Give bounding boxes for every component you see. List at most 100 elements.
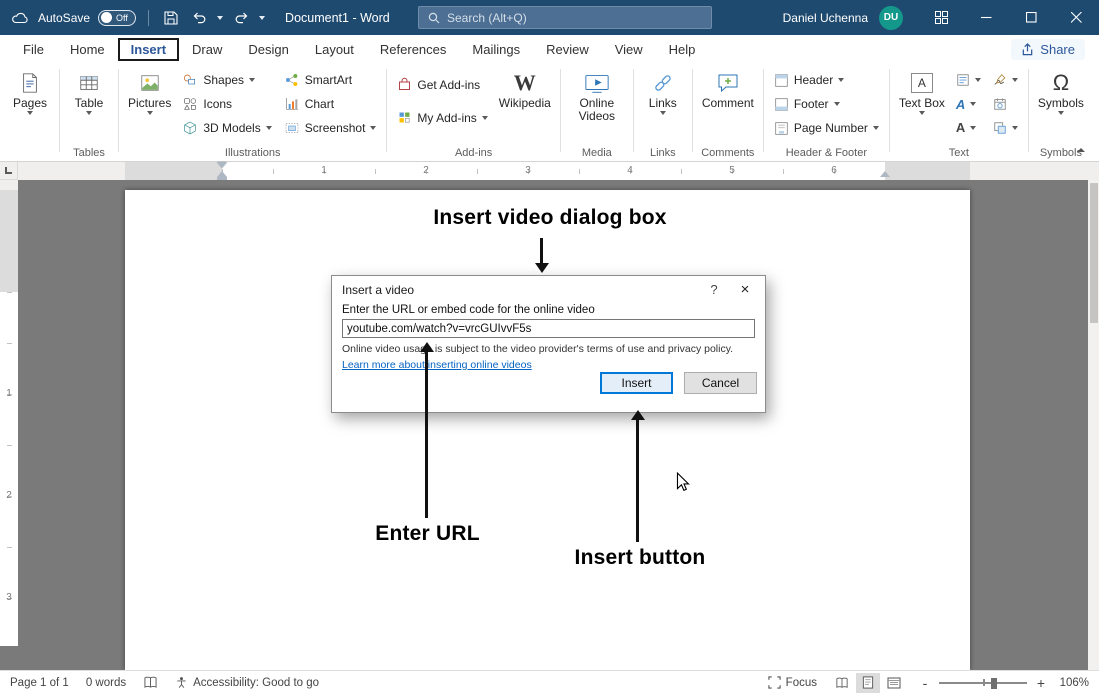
table-button[interactable]: Table — [65, 65, 113, 115]
zoom-level[interactable]: 106% — [1055, 677, 1089, 689]
wikipedia-button[interactable]: W Wikipedia — [495, 65, 555, 110]
dialog-close-button[interactable]: × — [729, 281, 761, 298]
avatar[interactable]: DU — [879, 6, 903, 30]
read-mode-button[interactable] — [830, 673, 854, 693]
close-button[interactable] — [1054, 0, 1099, 35]
group-divider — [889, 69, 890, 152]
tab-stop-selector[interactable] — [0, 162, 18, 180]
undo-chevron-icon[interactable] — [217, 16, 223, 20]
comment-label: Comment — [702, 97, 754, 110]
undo-icon[interactable] — [189, 8, 209, 28]
footer-icon — [774, 97, 789, 112]
links-button[interactable]: Links — [639, 65, 687, 115]
text-box-button[interactable]: A Text Box — [895, 65, 949, 115]
3d-models-button[interactable]: 3D Models — [177, 116, 276, 140]
page[interactable] — [125, 190, 970, 670]
quick-access-chevron-icon[interactable] — [259, 16, 265, 20]
tab-home[interactable]: Home — [57, 38, 118, 61]
accessibility-status[interactable]: Accessibility: Good to go — [175, 676, 319, 689]
right-indent-marker[interactable] — [880, 171, 890, 177]
scrollbar-thumb[interactable] — [1090, 183, 1098, 323]
ruler-number: 1 — [314, 162, 334, 180]
word-count[interactable]: 0 words — [86, 677, 126, 689]
tab-draw[interactable]: Draw — [179, 38, 235, 61]
learn-more-link[interactable]: Learn more about inserting online videos — [342, 359, 532, 371]
smartart-button[interactable]: SmartArt — [279, 68, 382, 92]
online-videos-button[interactable]: Online Videos — [566, 65, 628, 123]
text-box-label: Text Box — [899, 97, 945, 110]
table-label: Table — [75, 97, 104, 110]
web-layout-button[interactable] — [882, 673, 906, 693]
pictures-button[interactable]: Pictures — [124, 65, 175, 115]
tab-references[interactable]: References — [367, 38, 459, 61]
date-time-button[interactable] — [988, 92, 1023, 116]
proofing-icon[interactable] — [143, 676, 158, 689]
chevron-down-icon — [970, 102, 976, 106]
object-button[interactable] — [988, 116, 1023, 140]
focus-button[interactable]: Focus — [768, 676, 817, 689]
footer-button[interactable]: Footer — [769, 92, 884, 116]
video-url-input[interactable] — [342, 319, 755, 338]
my-addins-button[interactable]: My Add-ins — [392, 101, 492, 134]
zoom-out-button[interactable]: - — [919, 675, 931, 691]
tab-mailings[interactable]: Mailings — [459, 38, 533, 61]
minimize-button[interactable] — [964, 0, 1009, 35]
redo-icon[interactable] — [231, 8, 251, 28]
group-label-pages — [6, 144, 54, 161]
collapse-ribbon-button[interactable] — [1074, 145, 1088, 155]
ruler-number: 3 — [518, 162, 538, 180]
get-addins-button[interactable]: Get Add-ins — [392, 68, 492, 101]
autosave-state: Off — [116, 13, 128, 23]
disclaimer-text: Online video usage is subject to the vid… — [342, 343, 755, 355]
vertical-scrollbar[interactable] — [1088, 180, 1099, 670]
icons-button[interactable]: Icons — [177, 92, 276, 116]
symbols-button[interactable]: Ω Symbols — [1034, 65, 1088, 115]
wordart-icon: A — [956, 97, 965, 112]
comment-button[interactable]: Comment — [698, 65, 758, 110]
horizontal-ruler[interactable]: 1 2 3 4 5 6 — [18, 162, 1099, 180]
view-switcher — [830, 673, 906, 693]
tab-insert[interactable]: Insert — [118, 38, 179, 61]
print-layout-button[interactable] — [856, 673, 880, 693]
page-number-button[interactable]: Page Number — [769, 116, 884, 140]
tab-review[interactable]: Review — [533, 38, 602, 61]
pictures-icon — [138, 69, 162, 96]
wordart-button[interactable]: A — [951, 92, 986, 116]
left-indent-marker[interactable] — [217, 177, 227, 180]
autosave-toggle[interactable]: Off — [98, 10, 136, 26]
insert-button[interactable]: Insert — [600, 372, 673, 394]
header-button[interactable]: Header — [769, 68, 884, 92]
tab-file[interactable]: File — [10, 38, 57, 61]
online-videos-label: Online Videos — [570, 97, 624, 123]
screenshot-button[interactable]: Screenshot — [279, 116, 382, 140]
user-name[interactable]: Daniel Uchenna — [783, 11, 868, 25]
vertical-ruler[interactable]: 1 2 3 — [0, 180, 18, 646]
drop-cap-button[interactable]: A — [951, 116, 986, 140]
signature-line-button[interactable] — [988, 68, 1023, 92]
cancel-button[interactable]: Cancel — [684, 372, 757, 394]
titlebar-separator — [148, 10, 149, 26]
tab-layout[interactable]: Layout — [302, 38, 367, 61]
pages-button[interactable]: Pages — [6, 65, 54, 115]
app-grid-icon[interactable] — [919, 0, 964, 35]
quick-parts-button[interactable] — [951, 68, 986, 92]
zoom-slider[interactable] — [939, 676, 1027, 690]
zoom-in-button[interactable]: + — [1035, 675, 1047, 691]
share-button[interactable]: Share — [1011, 39, 1085, 60]
chevron-down-icon — [482, 116, 488, 120]
search-box[interactable]: Search (Alt+Q) — [418, 6, 712, 29]
maximize-button[interactable] — [1009, 0, 1054, 35]
annotation-insert-label: Insert button — [555, 546, 725, 570]
first-line-indent-marker[interactable] — [217, 162, 227, 168]
chart-button[interactable]: Chart — [279, 92, 382, 116]
tab-help[interactable]: Help — [656, 38, 709, 61]
save-icon[interactable] — [161, 8, 181, 28]
dialog-help-button[interactable]: ? — [699, 282, 729, 297]
tab-view[interactable]: View — [602, 38, 656, 61]
page-indicator[interactable]: Page 1 of 1 — [10, 677, 69, 689]
tab-design[interactable]: Design — [235, 38, 301, 61]
shapes-button[interactable]: Shapes — [177, 68, 276, 92]
dialog-title-bar[interactable]: Insert a video ? × — [332, 276, 765, 303]
date-time-icon — [993, 97, 1007, 111]
zoom-thumb[interactable] — [991, 678, 997, 689]
